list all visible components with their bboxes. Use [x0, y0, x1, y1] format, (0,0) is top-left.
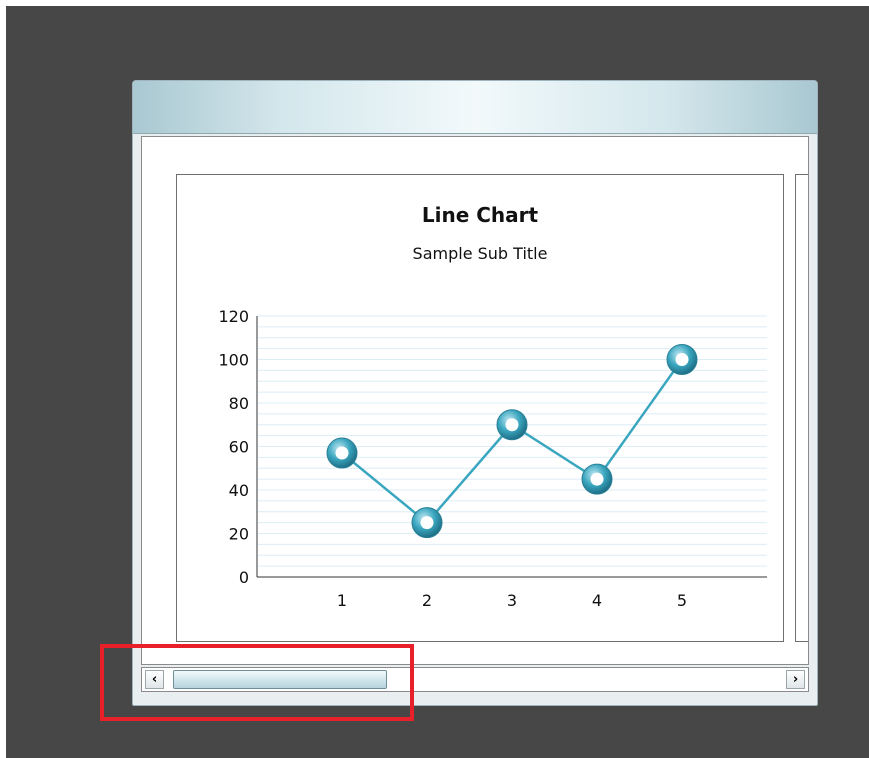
x-tick-label: 3 [507, 591, 517, 610]
y-tick-label: 120 [218, 307, 249, 326]
data-point-marker-center [590, 472, 604, 486]
series-line [341, 358, 684, 525]
line-chart-plot: 0 20 40 60 80 100 120 1 2 3 4 5 [218, 307, 767, 610]
data-point-marker-center [335, 446, 349, 460]
x-tick-label: 2 [422, 591, 432, 610]
app-window: Line Chart Sample Sub Title 0 20 40 60 80 100… [132, 80, 818, 706]
y-tick-label: 20 [229, 525, 249, 544]
y-tick-label: 60 [229, 438, 249, 457]
y-tick-label: 0 [239, 568, 249, 587]
chevron-right-icon: › [792, 672, 799, 687]
scrollbar-highlight-annotation [100, 644, 414, 721]
scroll-right-button[interactable]: › [786, 670, 805, 689]
next-chart-panel-partial [795, 174, 808, 642]
data-point-marker-center [420, 516, 434, 530]
x-tick-label: 5 [677, 591, 687, 610]
scroll-viewer-content: Line Chart Sample Sub Title 0 20 40 60 80 100… [141, 136, 809, 665]
x-tick-label: 1 [337, 591, 347, 610]
data-point-marker-center [675, 353, 689, 366]
line-chart-panel: Line Chart Sample Sub Title 0 20 40 60 80 100… [176, 174, 784, 642]
y-tick-label: 100 [218, 351, 249, 370]
x-tick-label: 4 [592, 591, 602, 610]
data-point-marker-center [505, 418, 519, 432]
window-title-bar[interactable] [133, 81, 817, 134]
y-tick-label: 80 [229, 394, 249, 413]
y-tick-label: 40 [229, 481, 249, 500]
